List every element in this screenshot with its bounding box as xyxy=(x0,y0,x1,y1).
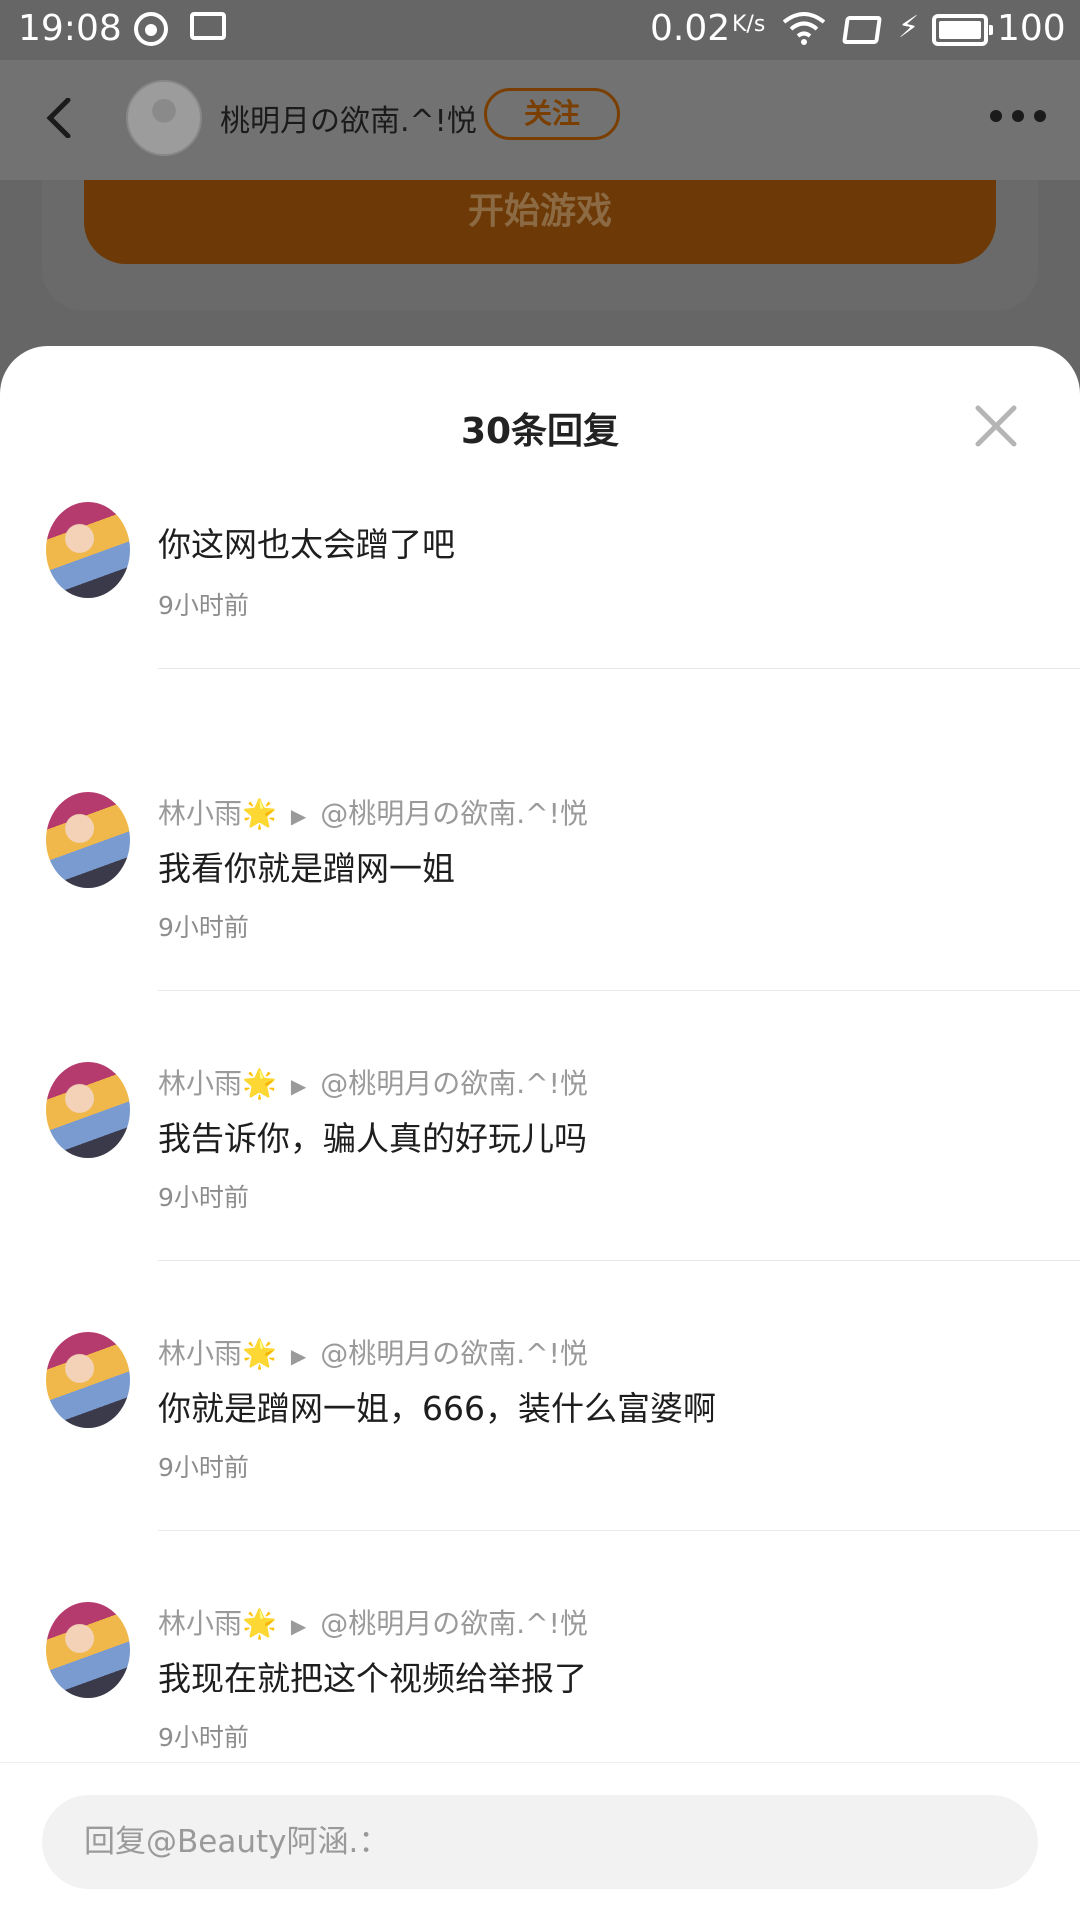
reply-item[interactable]: 林小雨🌟 ▶ @桃明月の欲南.^!悦 你就是蹭网一姐，666，装什么富婆啊 9小时前 xyxy=(0,1214,1080,1531)
reply-author[interactable]: 林小雨 xyxy=(158,1607,242,1640)
reply-avatar[interactable] xyxy=(46,792,130,888)
reply-item[interactable]: 你这网也太会蹭了吧 9小时前 xyxy=(0,494,1080,669)
reply-avatar[interactable] xyxy=(46,502,130,598)
reply-meta: 林小雨🌟 ▶ @桃明月の欲南.^!悦 xyxy=(158,1332,588,1372)
reply-arrow-icon: ▶ xyxy=(290,1344,307,1368)
reply-text: 我现在就把这个视频给举报了 xyxy=(158,1659,587,1698)
screen-rotate-icon xyxy=(842,16,882,44)
status-time: 19:08 xyxy=(18,8,122,49)
reply-avatar[interactable] xyxy=(46,1602,130,1698)
reply-time: 9小时前 xyxy=(158,913,249,942)
reply-item[interactable]: 林小雨🌟 ▶ @桃明月の欲南.^!悦 我看你就是蹭网一姐 9小时前 xyxy=(0,674,1080,991)
top-header: 桃明月の欲南.^!悦 关注 xyxy=(0,60,1080,180)
reply-author[interactable]: 林小雨 xyxy=(158,1067,242,1100)
reply-meta: 林小雨🌟 ▶ @桃明月の欲南.^!悦 xyxy=(158,1062,588,1102)
reply-target[interactable]: @桃明月の欲南.^!悦 xyxy=(320,1337,588,1370)
reply-arrow-icon: ▶ xyxy=(290,1614,307,1638)
reply-time: 9小时前 xyxy=(158,1183,249,1212)
reply-sheet: 30条回复 你这网也太会蹭了吧 9小时前 林小雨🌟 ▶ @桃明月の欲南.^!悦 我看… xyxy=(0,346,1080,1920)
reply-text: 你这网也太会蹭了吧 xyxy=(158,525,455,564)
close-icon[interactable] xyxy=(974,404,1018,448)
reply-time: 9小时前 xyxy=(158,1453,249,1482)
reply-target[interactable]: @桃明月の欲南.^!悦 xyxy=(320,1607,588,1640)
reply-avatar[interactable] xyxy=(46,1332,130,1428)
reply-input[interactable] xyxy=(42,1795,1038,1889)
reply-time: 9小时前 xyxy=(158,1723,249,1750)
reply-author[interactable]: 林小雨 xyxy=(158,1337,242,1370)
reply-list: 你这网也太会蹭了吧 9小时前 林小雨🌟 ▶ @桃明月の欲南.^!悦 我看你就是蹭网一… xyxy=(0,494,1080,1750)
reply-arrow-icon: ▶ xyxy=(290,804,307,828)
wifi-icon xyxy=(782,12,826,45)
reply-arrow-icon: ▶ xyxy=(290,1074,307,1098)
app-notification-icon xyxy=(134,12,168,46)
reply-meta: 林小雨🌟 ▶ @桃明月の欲南.^!悦 xyxy=(158,1602,588,1642)
back-arrow-icon[interactable] xyxy=(42,98,82,138)
screen: 19:08 0.02 K/s ⚡ 100 桃明月の欲南.^!悦 关注 开始游戏 … xyxy=(0,0,1080,1920)
reply-text: 我看你就是蹭网一姐 xyxy=(158,849,455,888)
reply-avatar[interactable] xyxy=(46,1062,130,1158)
charging-icon: ⚡ xyxy=(898,10,920,45)
star-badge-icon: 🌟 xyxy=(242,797,277,830)
reply-meta: 林小雨🌟 ▶ @桃明月の欲南.^!悦 xyxy=(158,792,588,832)
battery-level: 100 xyxy=(997,8,1066,49)
star-badge-icon: 🌟 xyxy=(242,1337,277,1370)
star-badge-icon: 🌟 xyxy=(242,1067,277,1100)
more-options-icon[interactable] xyxy=(990,110,1046,124)
reply-target[interactable]: @桃明月の欲南.^!悦 xyxy=(320,1067,588,1100)
net-speed-unit: K/s xyxy=(732,12,766,37)
status-bar: 19:08 0.02 K/s ⚡ 100 xyxy=(0,0,1080,60)
reply-target[interactable]: @桃明月の欲南.^!悦 xyxy=(320,797,588,830)
sheet-title: 30条回复 xyxy=(460,411,620,452)
battery-icon xyxy=(932,14,993,46)
author-name[interactable]: 桃明月の欲南.^!悦 xyxy=(220,96,477,140)
reply-item[interactable]: 林小雨🌟 ▶ @桃明月の欲南.^!悦 我现在就把这个视频给举报了 9小时前 xyxy=(0,1484,1080,1750)
reply-author[interactable]: 林小雨 xyxy=(158,797,242,830)
reply-item[interactable]: 林小雨🌟 ▶ @桃明月の欲南.^!悦 我告诉你，骗人真的好玩儿吗 9小时前 xyxy=(0,944,1080,1261)
reply-text: 我告诉你，骗人真的好玩儿吗 xyxy=(158,1119,587,1158)
gallery-notification-icon xyxy=(190,12,226,40)
net-speed: 0.02 xyxy=(650,8,731,49)
follow-button[interactable]: 关注 xyxy=(484,88,620,140)
start-game-button[interactable]: 开始游戏 xyxy=(84,180,996,264)
reply-time: 9小时前 xyxy=(158,591,249,620)
star-badge-icon: 🌟 xyxy=(242,1607,277,1640)
reply-bar xyxy=(0,1762,1080,1920)
reply-divider xyxy=(158,668,1080,669)
author-avatar[interactable] xyxy=(126,80,202,156)
reply-text: 你就是蹭网一姐，666，装什么富婆啊 xyxy=(158,1389,716,1428)
